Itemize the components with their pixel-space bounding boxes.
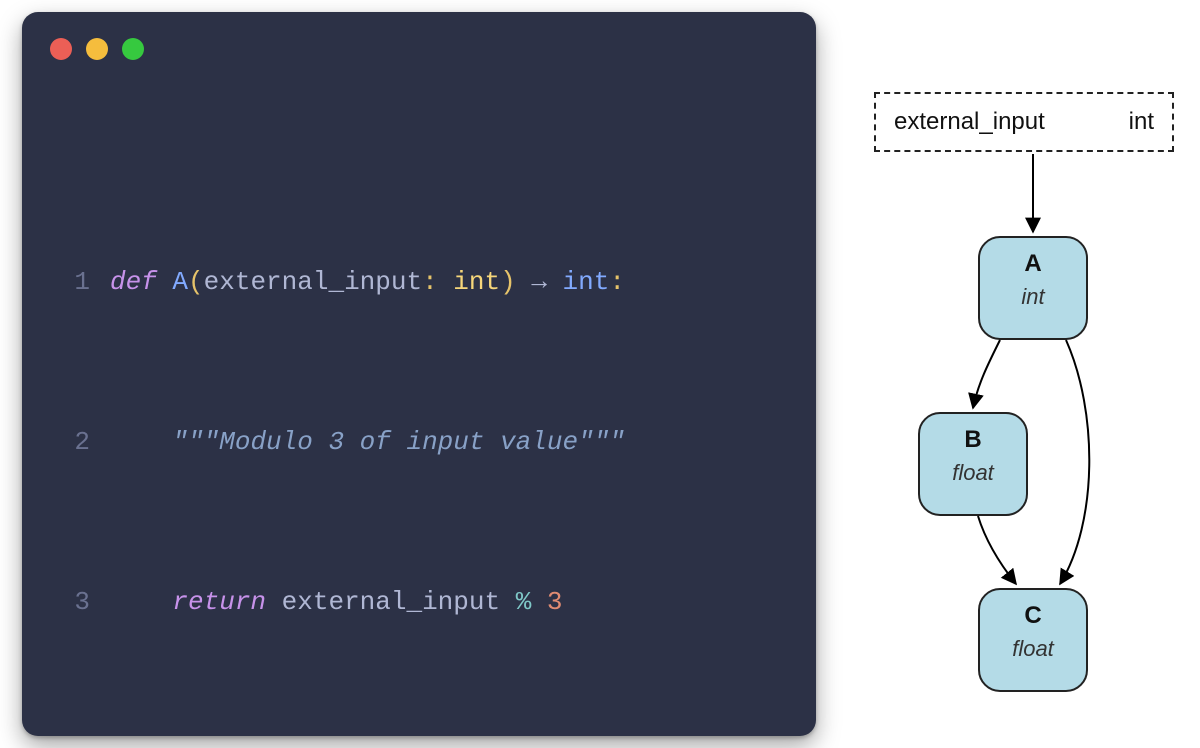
diagram-node-type: float xyxy=(920,460,1026,486)
dependency-diagram: external_input int A int B float C float xyxy=(848,12,1194,736)
edge-a-to-b xyxy=(973,340,1000,408)
code-content: """Modulo 3 of input value""" xyxy=(110,422,788,462)
diagram-node-label: C xyxy=(980,602,1086,630)
code-line: 2 """Modulo 3 of input value""" xyxy=(50,422,788,462)
code-window: 1 def A(external_input: int) → int: 2 ""… xyxy=(22,12,816,736)
edge-b-to-c xyxy=(978,516,1016,584)
stage: 1 def A(external_input: int) → int: 2 ""… xyxy=(0,0,1200,748)
diagram-node-b: B float xyxy=(918,412,1028,516)
code-line: 3 return external_input % 3 xyxy=(50,582,788,622)
line-number: 3 xyxy=(50,582,110,622)
diagram-node-c: C float xyxy=(978,588,1088,692)
line-number: 4 xyxy=(50,742,110,748)
code-editor: 1 def A(external_input: int) → int: 2 ""… xyxy=(22,82,816,718)
line-number: 2 xyxy=(50,422,110,462)
diagram-external-input: external_input int xyxy=(874,92,1174,152)
maximize-icon[interactable] xyxy=(122,38,144,60)
close-icon[interactable] xyxy=(50,38,72,60)
diagram-external-name: external_input xyxy=(894,108,1045,136)
minimize-icon[interactable] xyxy=(86,38,108,60)
code-content: return external_input % 3 xyxy=(110,582,788,622)
diagram-node-type: float xyxy=(980,636,1086,662)
diagram-external-type: int xyxy=(1129,108,1154,136)
edge-a-to-c xyxy=(1060,340,1089,584)
diagram-node-a: A int xyxy=(978,236,1088,340)
code-content: def A(external_input: int) → int: xyxy=(110,262,788,302)
diagram-node-label: B xyxy=(920,426,1026,454)
window-traffic-lights xyxy=(50,38,144,60)
line-number: 1 xyxy=(50,262,110,302)
diagram-node-type: int xyxy=(980,284,1086,310)
code-line: 1 def A(external_input: int) → int: xyxy=(50,262,788,302)
code-line: 4 xyxy=(50,742,788,748)
diagram-node-label: A xyxy=(980,250,1086,278)
